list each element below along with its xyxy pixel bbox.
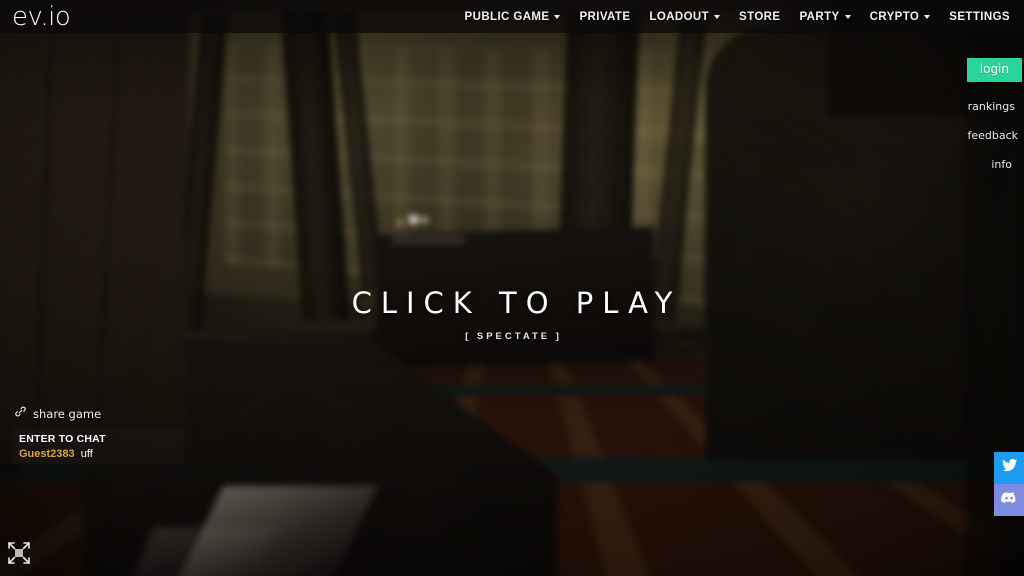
social-links [994, 452, 1024, 516]
chat-message-text: uff [80, 448, 93, 460]
nav-item-label: PUBLIC GAME [464, 10, 550, 23]
chat-username: Guest2383 [19, 448, 75, 460]
login-button[interactable]: login [966, 58, 1022, 83]
click-to-play-button[interactable]: CLICK TO PLAY [343, 286, 682, 320]
side-link-info[interactable]: info [991, 158, 1012, 171]
nav-item-private[interactable]: PRIVATE [579, 11, 630, 23]
site-logo[interactable]: ev.io [12, 4, 71, 30]
scene-spark [396, 220, 403, 226]
fullscreen-expand-icon [7, 541, 31, 570]
scene-spark [421, 216, 428, 224]
nav-item-loadout[interactable]: LOADOUT [649, 10, 721, 23]
chat-prompt: ENTER TO CHAT [19, 433, 106, 445]
nav-item-label: PARTY [799, 10, 840, 23]
chevron-down-icon [714, 15, 721, 19]
main-nav: PUBLIC GAME PRIVATE LOADOUT STORE PARTY … [465, 11, 1010, 23]
game-lobby-screen: ev.io PUBLIC GAME PRIVATE LOADOUT STORE … [0, 0, 1024, 576]
side-link-rankings[interactable]: rankings [968, 100, 1015, 113]
nav-item-crypto[interactable]: CRYPTO [870, 11, 931, 23]
nav-item-public-game[interactable]: PUBLIC GAME [465, 11, 561, 23]
discord-icon [1000, 489, 1018, 512]
discord-link[interactable] [994, 484, 1024, 516]
nav-item-label: PRIVATE [579, 10, 631, 23]
chevron-down-icon [924, 15, 931, 19]
top-navigation-bar: ev.io PUBLIC GAME PRIVATE LOADOUT STORE … [0, 0, 1024, 33]
nav-item-label: STORE [739, 10, 781, 23]
side-link-feedback[interactable]: feedback [967, 129, 1018, 142]
chat-box[interactable]: ENTER TO CHAT Guest2383: uff [12, 428, 184, 464]
nav-item-party[interactable]: PARTY [799, 10, 851, 23]
link-chain-icon [14, 405, 27, 423]
chevron-down-icon [554, 15, 561, 19]
spectate-button[interactable]: [ SPECTATE ] [462, 331, 562, 342]
nav-item-label: LOADOUT [649, 10, 710, 23]
share-game-label: share game [33, 407, 102, 421]
scene-spark [409, 214, 419, 225]
side-menu: login rankings feedback info [904, 58, 1024, 171]
chevron-down-icon [844, 15, 851, 19]
twitter-link[interactable] [994, 452, 1024, 484]
nav-item-settings[interactable]: SETTINGS [949, 11, 1010, 23]
nav-item-store[interactable]: STORE [739, 11, 780, 23]
chat-message-row: Guest2383: uff [19, 448, 184, 460]
share-game-button[interactable]: share game [14, 405, 101, 423]
scene-crate-highlight [392, 234, 465, 245]
nav-item-label: SETTINGS [949, 10, 1010, 23]
fullscreen-button[interactable] [6, 541, 32, 570]
scene-left-wall [0, 0, 186, 466]
nav-item-label: CRYPTO [869, 10, 920, 23]
twitter-icon [1001, 457, 1018, 479]
